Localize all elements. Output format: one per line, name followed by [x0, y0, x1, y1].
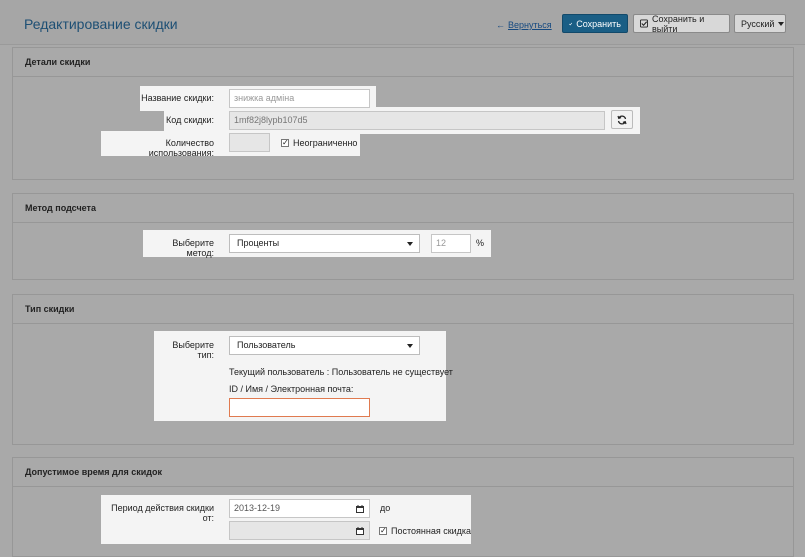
calendar-icon: [356, 527, 364, 535]
usage-count-input[interactable]: [229, 133, 270, 152]
save-button-label: Сохранить: [576, 18, 621, 29]
refresh-icon: [617, 114, 627, 125]
method-selected: Проценты: [237, 238, 280, 248]
code-label: Код скидки:: [166, 115, 214, 125]
usage-label: Количество использования:: [148, 138, 214, 158]
type-selected: Пользователь: [237, 340, 296, 350]
caret-down-icon: [778, 21, 785, 26]
discount-name-input[interactable]: знижка адміна: [229, 89, 370, 108]
save-button[interactable]: Сохранить: [562, 14, 628, 33]
date-from-value: 2013-12-19: [234, 503, 281, 513]
check-icon: [569, 22, 573, 25]
language-label: Русский: [741, 18, 775, 29]
details-heading: Детали скидки: [13, 48, 793, 77]
page-title: Редактирование скидки: [24, 16, 178, 32]
select-arrow-icon: [407, 242, 413, 246]
save-and-exit-button[interactable]: Сохранить и выйти: [633, 13, 730, 34]
method-label: Выберите метод:: [172, 238, 214, 258]
date-from-input[interactable]: 2013-12-19: [229, 499, 370, 518]
permanent-label: Постоянная скидка: [391, 526, 472, 536]
permanent-checkbox[interactable]: ✓: [379, 527, 387, 535]
method-heading: Метод подсчета: [13, 194, 793, 223]
save-and-exit-label: Сохранить и выйти: [651, 13, 705, 34]
type-select[interactable]: Пользователь: [229, 336, 420, 355]
language-dropdown[interactable]: Русский: [734, 14, 786, 33]
name-label: Название скидки:: [141, 93, 214, 103]
user-lookup-label: ID / Имя / Электронная почта:: [229, 384, 354, 394]
unlimited-checkbox[interactable]: ✓: [281, 139, 289, 147]
type-label: Выберите тип:: [172, 340, 214, 360]
current-user-text: Текущий пользователь : Пользователь не с…: [229, 367, 453, 377]
type-heading: Тип скидки: [13, 295, 793, 324]
arrow-left-icon: ←: [496, 20, 505, 30]
period-to-label: до: [380, 503, 391, 513]
check-square-icon: [640, 19, 648, 28]
period-heading: Допустимое время для скидок: [13, 458, 793, 487]
unlimited-label: Неограниченно: [293, 138, 358, 148]
date-to-input[interactable]: [229, 521, 370, 540]
regenerate-code-button[interactable]: [611, 110, 633, 129]
method-value-input[interactable]: 12: [431, 234, 471, 253]
discount-code-input[interactable]: 1mf82j8lypb107d5: [229, 111, 605, 130]
back-link[interactable]: ← Вернуться: [496, 20, 552, 30]
page-header: Редактирование скидки ← Вернуться Сохрани…: [0, 0, 805, 45]
percent-unit: %: [476, 238, 485, 248]
select-arrow-icon: [407, 344, 413, 348]
method-select[interactable]: Проценты: [229, 234, 420, 253]
period-from-label: Период действия скидки от:: [111, 503, 214, 523]
user-lookup-input[interactable]: [229, 398, 370, 417]
back-link-label: Вернуться: [508, 20, 552, 30]
calendar-icon: [356, 505, 364, 513]
